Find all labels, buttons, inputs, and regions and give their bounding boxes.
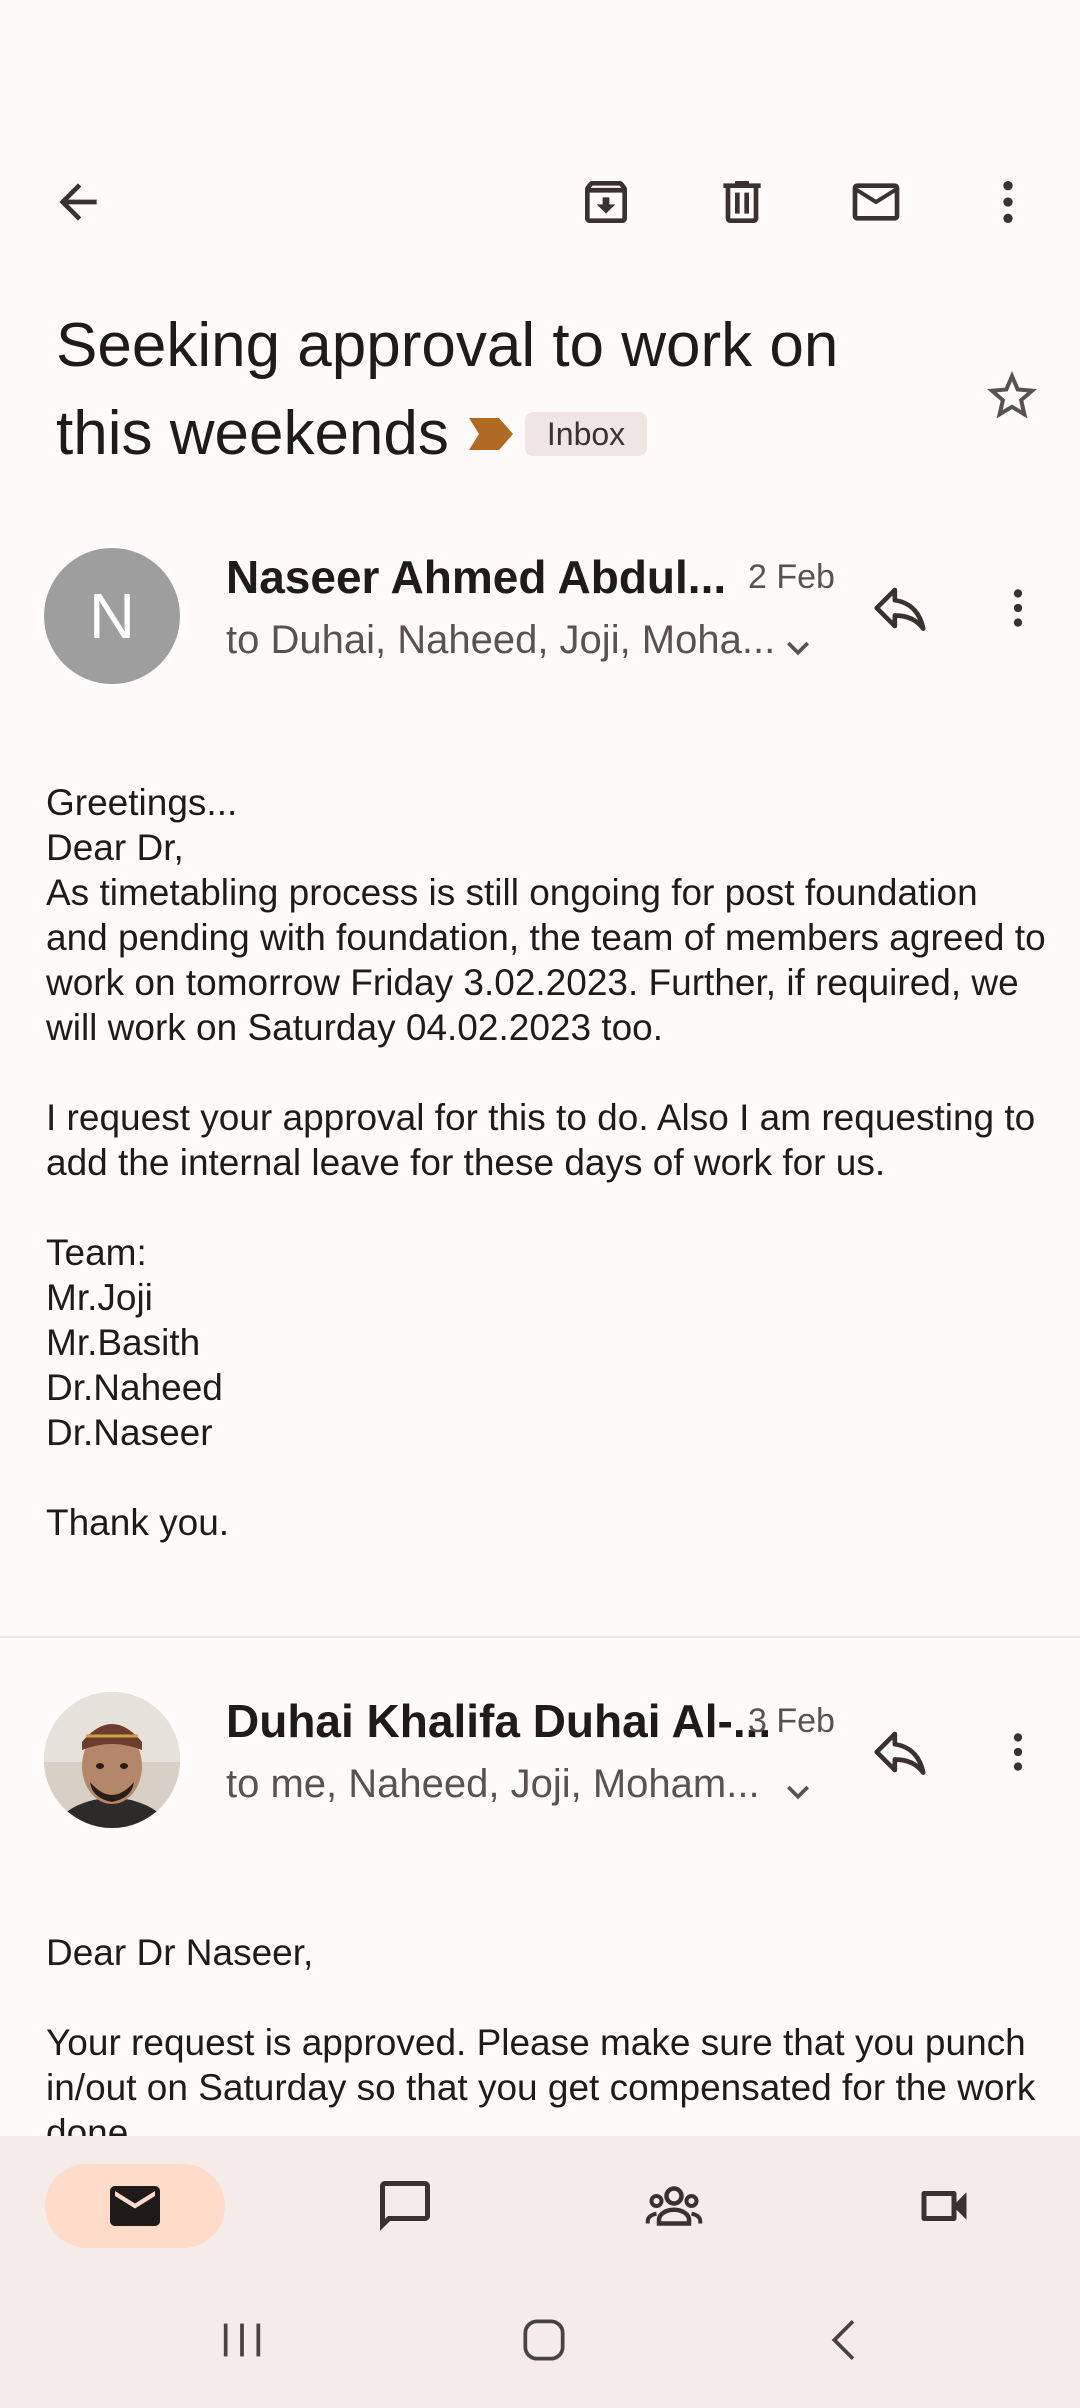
delete-button[interactable] (690, 150, 794, 254)
reply-icon (874, 587, 926, 631)
body-line (46, 1455, 1046, 1500)
profile-photo (44, 1692, 180, 1828)
subject-line-2-text: this weekends (56, 399, 449, 468)
system-navigation-bar (0, 2272, 1080, 2408)
meet-icon (921, 2191, 967, 2221)
nav-chat-tab[interactable] (315, 2164, 495, 2248)
message-header[interactable]: Duhai Khalifa Duhai Al-... 3 Feb to me, … (0, 1692, 1080, 1842)
body-line: Dr.Naseer (46, 1412, 213, 1453)
sender-name: Naseer Ahmed Abdul... (226, 551, 727, 603)
more-options-button[interactable] (956, 150, 1060, 254)
top-toolbar (0, 150, 1080, 254)
body-line: Greetings... (46, 782, 238, 823)
message-more-button[interactable] (978, 1712, 1058, 1792)
nav-spaces-tab[interactable] (584, 2164, 764, 2248)
spaces-icon (645, 2186, 703, 2226)
body-line: Thank you. (46, 1502, 230, 1543)
more-vert-icon (1003, 181, 1013, 223)
archive-button[interactable] (554, 150, 658, 254)
recent-apps-icon (223, 2323, 261, 2357)
home-icon (523, 2319, 565, 2361)
subject-line-2: this weekends Inbox (56, 390, 936, 478)
reply-button[interactable] (860, 568, 940, 648)
body-line: Your request is approved. Please make su… (46, 2022, 1036, 2153)
body-line: Mr.Joji (46, 1277, 153, 1318)
avatar[interactable] (44, 1692, 180, 1828)
more-vert-icon (1013, 589, 1023, 627)
recent-apps-button[interactable] (192, 2304, 292, 2376)
message-more-button[interactable] (978, 568, 1058, 648)
message-body: Greetings... Dear Dr, As timetabling pro… (46, 780, 1046, 1545)
avatar[interactable]: N (44, 548, 180, 684)
back-icon (831, 2320, 855, 2360)
body-line: Dear Dr, (46, 827, 184, 868)
message-divider (0, 1636, 1080, 1638)
archive-icon (585, 181, 627, 223)
chat-icon (380, 2181, 430, 2231)
reply-button[interactable] (860, 1712, 940, 1792)
back-button[interactable] (26, 150, 130, 254)
reply-icon (874, 1731, 926, 1775)
system-back-button[interactable] (796, 2304, 896, 2376)
nav-mail-tab[interactable] (45, 2164, 225, 2248)
arrow-back-icon (59, 183, 97, 221)
recipients: to me, Naheed, Joji, Moham... (226, 1762, 760, 1806)
body-line: Team: (46, 1232, 147, 1273)
sender-name: Duhai Khalifa Duhai Al-... (226, 1695, 772, 1747)
mail-icon (110, 2186, 160, 2226)
body-line: Mr.Basith (46, 1322, 201, 1363)
body-line (46, 1975, 1046, 2020)
mail-icon (852, 183, 900, 221)
email-subject: Seeking approval to work on this weekend… (56, 302, 936, 478)
chevron-down-icon[interactable] (776, 1770, 820, 1814)
body-line (46, 1185, 1046, 1230)
star-button[interactable] (972, 356, 1052, 436)
message-header[interactable]: N Naseer Ahmed Abdul... 2 Feb to Duhai, … (0, 548, 1080, 698)
delete-icon (723, 181, 761, 223)
label-arrow-icon (468, 417, 513, 450)
body-line: Dear Dr Naseer, (46, 1932, 314, 1973)
bottom-navigation (0, 2136, 1080, 2272)
body-line (46, 1050, 1046, 1095)
home-button[interactable] (494, 2304, 594, 2376)
body-line: Dr.Naheed (46, 1367, 223, 1408)
body-line: I request your approval for this to do. … (46, 1097, 1036, 1183)
body-line: As timetabling process is still ongoing … (46, 872, 1046, 1048)
inbox-label-chip[interactable]: Inbox (524, 411, 648, 456)
subject-line-1: Seeking approval to work on (56, 311, 839, 380)
more-vert-icon (1013, 1733, 1023, 1771)
message-date: 3 Feb (748, 1702, 835, 1740)
message-body: Dear Dr Naseer, Your request is approved… (46, 1930, 1046, 2155)
message-date: 2 Feb (748, 558, 835, 596)
recipients: to Duhai, Naheed, Joji, Moha... (226, 618, 776, 662)
email-screen: Seeking approval to work on this weekend… (0, 0, 1080, 2408)
star-outline-icon (987, 371, 1037, 419)
nav-meet-tab[interactable] (854, 2164, 1034, 2248)
mark-unread-button[interactable] (824, 150, 928, 254)
chevron-down-icon[interactable] (776, 626, 820, 670)
